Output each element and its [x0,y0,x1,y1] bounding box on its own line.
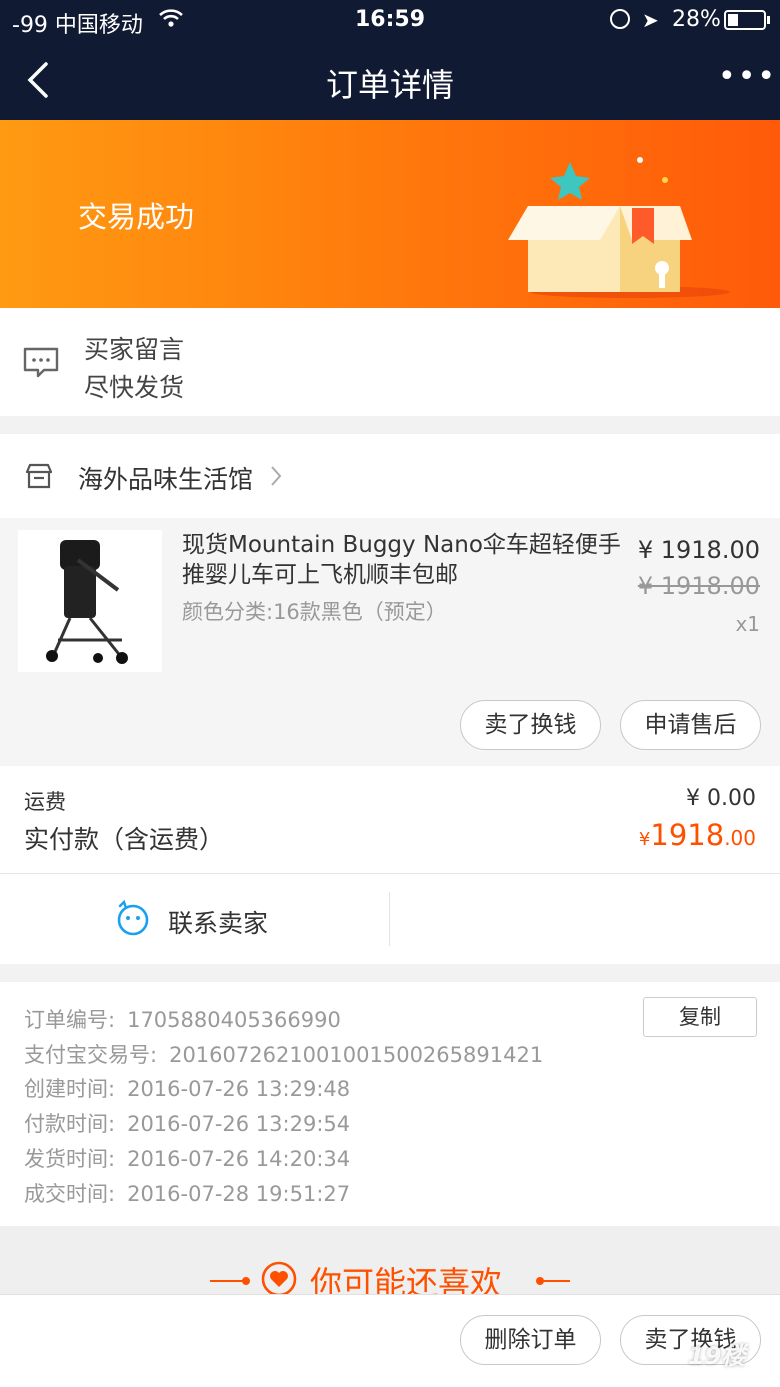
battery-tip [767,16,770,24]
gift-box-illustration [508,157,730,298]
shipping-label: 运费 [24,790,66,814]
info-value: 2016-07-26 13:29:48 [127,1077,351,1101]
paid-integer: 1918 [650,818,725,852]
order-detail-page: -99 中国移动 16:59 ➤ 28% 订单详情 ••• 交易成功 买家留言 … [0,0,780,1387]
paid-time-row: 付款时间: 2016-07-26 13:29:54 [24,1108,350,1138]
buyer-message-section: 买家留言 尽快发货 [0,308,780,416]
info-value: 2016072621001001500265891421 [169,1043,544,1067]
info-label: 成交时间: [24,1182,116,1206]
paid-amount-label: 实付款（含运费） [24,825,225,854]
copy-order-number-button[interactable]: 复制 [643,997,757,1037]
order-number-row: 订单编号: 1705880405366990 [24,1004,341,1034]
order-totals: 运费 ¥ 0.00 实付款（含运费） ¥1918.00 [0,766,780,874]
info-label: 创建时间: [24,1077,116,1101]
shop-header[interactable]: 海外品味生活馆 [0,434,780,518]
battery-icon [724,10,766,30]
order-status-banner: 交易成功 [0,120,780,308]
recommend-title: 你可能还喜欢 [310,1264,503,1296]
heart-circle-icon [261,1261,297,1296]
contact-divider [389,892,390,946]
after-sale-button[interactable]: 申请售后 [620,700,761,750]
paid-amount-value: ¥1918.00 [639,818,756,852]
shipping-value: ¥ 0.00 [686,786,756,811]
info-value: 2016-07-26 14:20:34 [127,1147,351,1171]
paid-decimal: .00 [724,826,756,850]
deal-time-row: 成交时间: 2016-07-28 19:51:27 [24,1178,350,1208]
status-bar: -99 中国移动 16:59 ➤ 28% [0,0,780,40]
page-title: 订单详情 [325,66,454,104]
product-sku: 颜色分类:16款黑色（预定） [182,600,447,624]
order-item[interactable]: 现货Mountain Buggy Nano伞车超轻便手推婴儿车可上飞机顺丰包邮 … [0,518,780,766]
chevron-right-icon [271,466,282,486]
info-label: 发货时间: [24,1147,116,1171]
clock: 16:59 [354,7,426,32]
info-label: 支付宝交易号: [24,1043,158,1067]
decor-line-right [540,1280,570,1282]
product-title: 现货Mountain Buggy Nano伞车超轻便手推婴儿车可上飞机顺丰包邮 [182,532,621,588]
more-dots-icon[interactable]: ••• [718,62,775,92]
watermark: 19楼 [688,1342,746,1370]
product-quantity: x1 [735,612,760,636]
contact-seller-label: 联系卖家 [168,909,269,938]
shop-name: 海外品味生活馆 [78,465,254,494]
order-status-text: 交易成功 [78,200,195,234]
chat-bubble-icon [23,347,59,378]
info-label: 订单编号: [24,1008,116,1032]
store-icon [25,463,53,489]
order-info: 订单编号: 1705880405366990 支付宝交易号: 20160726210… [0,982,780,1226]
nav-bar: 订单详情 ••• [0,40,780,120]
product-price: ¥ 1918.00 [637,536,760,564]
created-time-row: 创建时间: 2016-07-26 13:29:48 [24,1073,350,1103]
bottom-action-bar: 删除订单 卖了换钱 [0,1294,780,1387]
product-thumbnail [18,530,162,672]
info-value: 2016-07-26 13:29:54 [127,1112,351,1136]
recommend-header: 你可能还喜欢 [0,1226,780,1296]
decor-dot-left [242,1277,250,1285]
info-label: 付款时间: [24,1112,116,1136]
location-arrow-icon: ➤ [642,8,659,32]
info-value: 2016-07-28 19:51:27 [127,1182,351,1206]
buyer-message-label: 买家留言 [84,335,185,364]
product-original-price: ¥ 1918.00 [637,572,760,600]
decor-line-left [210,1280,246,1282]
sell-for-cash-button[interactable]: 卖了换钱 [460,700,601,750]
top-bar: -99 中国移动 16:59 ➤ 28% 订单详情 ••• [0,0,780,120]
rotation-lock-icon [610,9,630,29]
contact-seller-button[interactable]: 联系卖家 [0,874,780,964]
smiley-chat-icon [117,900,149,936]
shipped-time-row: 发货时间: 2016-07-26 14:20:34 [24,1143,350,1173]
buyer-message-content: 尽快发货 [84,373,185,402]
battery-percent: 28% [672,7,721,32]
alipay-number-row: 支付宝交易号: 2016072621001001500265891421 [24,1039,543,1069]
delete-order-button[interactable]: 删除订单 [460,1315,601,1365]
info-value: 1705880405366990 [127,1008,341,1032]
paid-currency: ¥ [638,829,651,850]
